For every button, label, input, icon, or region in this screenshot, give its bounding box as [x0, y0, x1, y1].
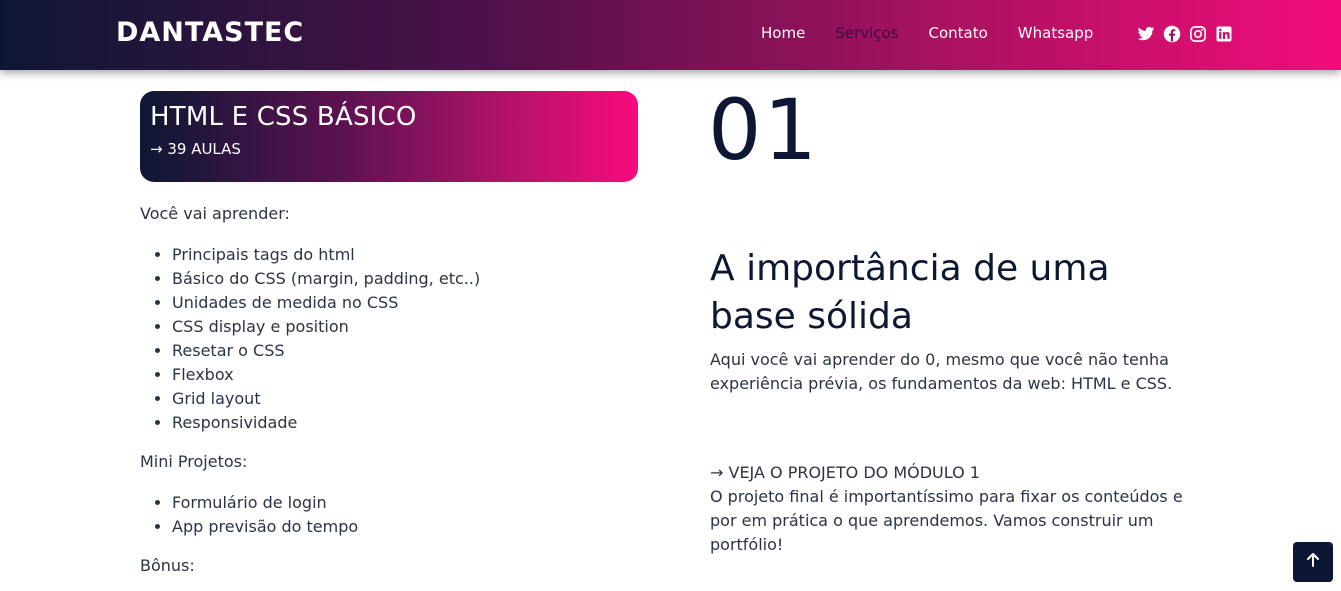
list-item: App previsão do tempo	[172, 515, 640, 539]
list-item: Grid layout	[172, 387, 640, 411]
project-link[interactable]: → VEJA O PROJETO DO MÓDULO 1	[710, 461, 1190, 485]
list-item: Resetar o CSS	[172, 339, 640, 363]
nav-servicos[interactable]: Serviços	[835, 24, 898, 42]
module-lessons-count: → 39 AULAS	[150, 140, 241, 158]
top-navbar: DANTASTEC Home Serviços Contato Whatsapp	[0, 0, 1341, 70]
nav-contato[interactable]: Contato	[929, 24, 988, 42]
facebook-icon[interactable]	[1163, 25, 1181, 43]
nav-whatsapp[interactable]: Whatsapp	[1018, 24, 1093, 42]
module-headline: A importância de uma base sólida	[710, 248, 1110, 337]
twitter-icon[interactable]	[1137, 25, 1155, 43]
module-content: Você vai aprender: Principais tags do ht…	[140, 203, 640, 577]
learn-list: Principais tags do html Básico do CSS (m…	[172, 243, 640, 435]
back-to-top-button[interactable]	[1293, 542, 1333, 582]
project-description: O projeto final é importantíssimo para f…	[710, 487, 1183, 554]
module-number: 01	[708, 81, 819, 179]
list-item: CSS display e position	[172, 315, 640, 339]
mini-projects-list: Formulário de login App previsão do temp…	[172, 491, 640, 539]
module-title: HTML E CSS BÁSICO	[150, 102, 417, 132]
mini-projects-label: Mini Projetos:	[140, 452, 248, 471]
learn-label: Você vai aprender:	[140, 204, 290, 223]
brand-logo-text[interactable]: DANTASTEC	[116, 17, 304, 48]
instagram-icon[interactable]	[1189, 25, 1207, 43]
module-intro: Aqui você vai aprender do 0, mesmo que v…	[710, 350, 1173, 393]
list-item: Principais tags do html	[172, 243, 640, 267]
social-links	[1137, 25, 1233, 43]
list-item: Formulário de login	[172, 491, 640, 515]
list-item: Unidades de medida no CSS	[172, 291, 640, 315]
main-nav: Home Serviços Contato Whatsapp	[761, 24, 1123, 42]
arrow-up-icon	[1305, 552, 1321, 572]
list-item: Flexbox	[172, 363, 640, 387]
module-title-card: HTML E CSS BÁSICO → 39 AULAS	[140, 91, 638, 182]
nav-home[interactable]: Home	[761, 24, 805, 42]
bonus-label: Bônus:	[140, 556, 195, 575]
list-item: Básico do CSS (margin, padding, etc..)	[172, 267, 640, 291]
linkedin-icon[interactable]	[1215, 25, 1233, 43]
list-item: Responsividade	[172, 411, 640, 435]
